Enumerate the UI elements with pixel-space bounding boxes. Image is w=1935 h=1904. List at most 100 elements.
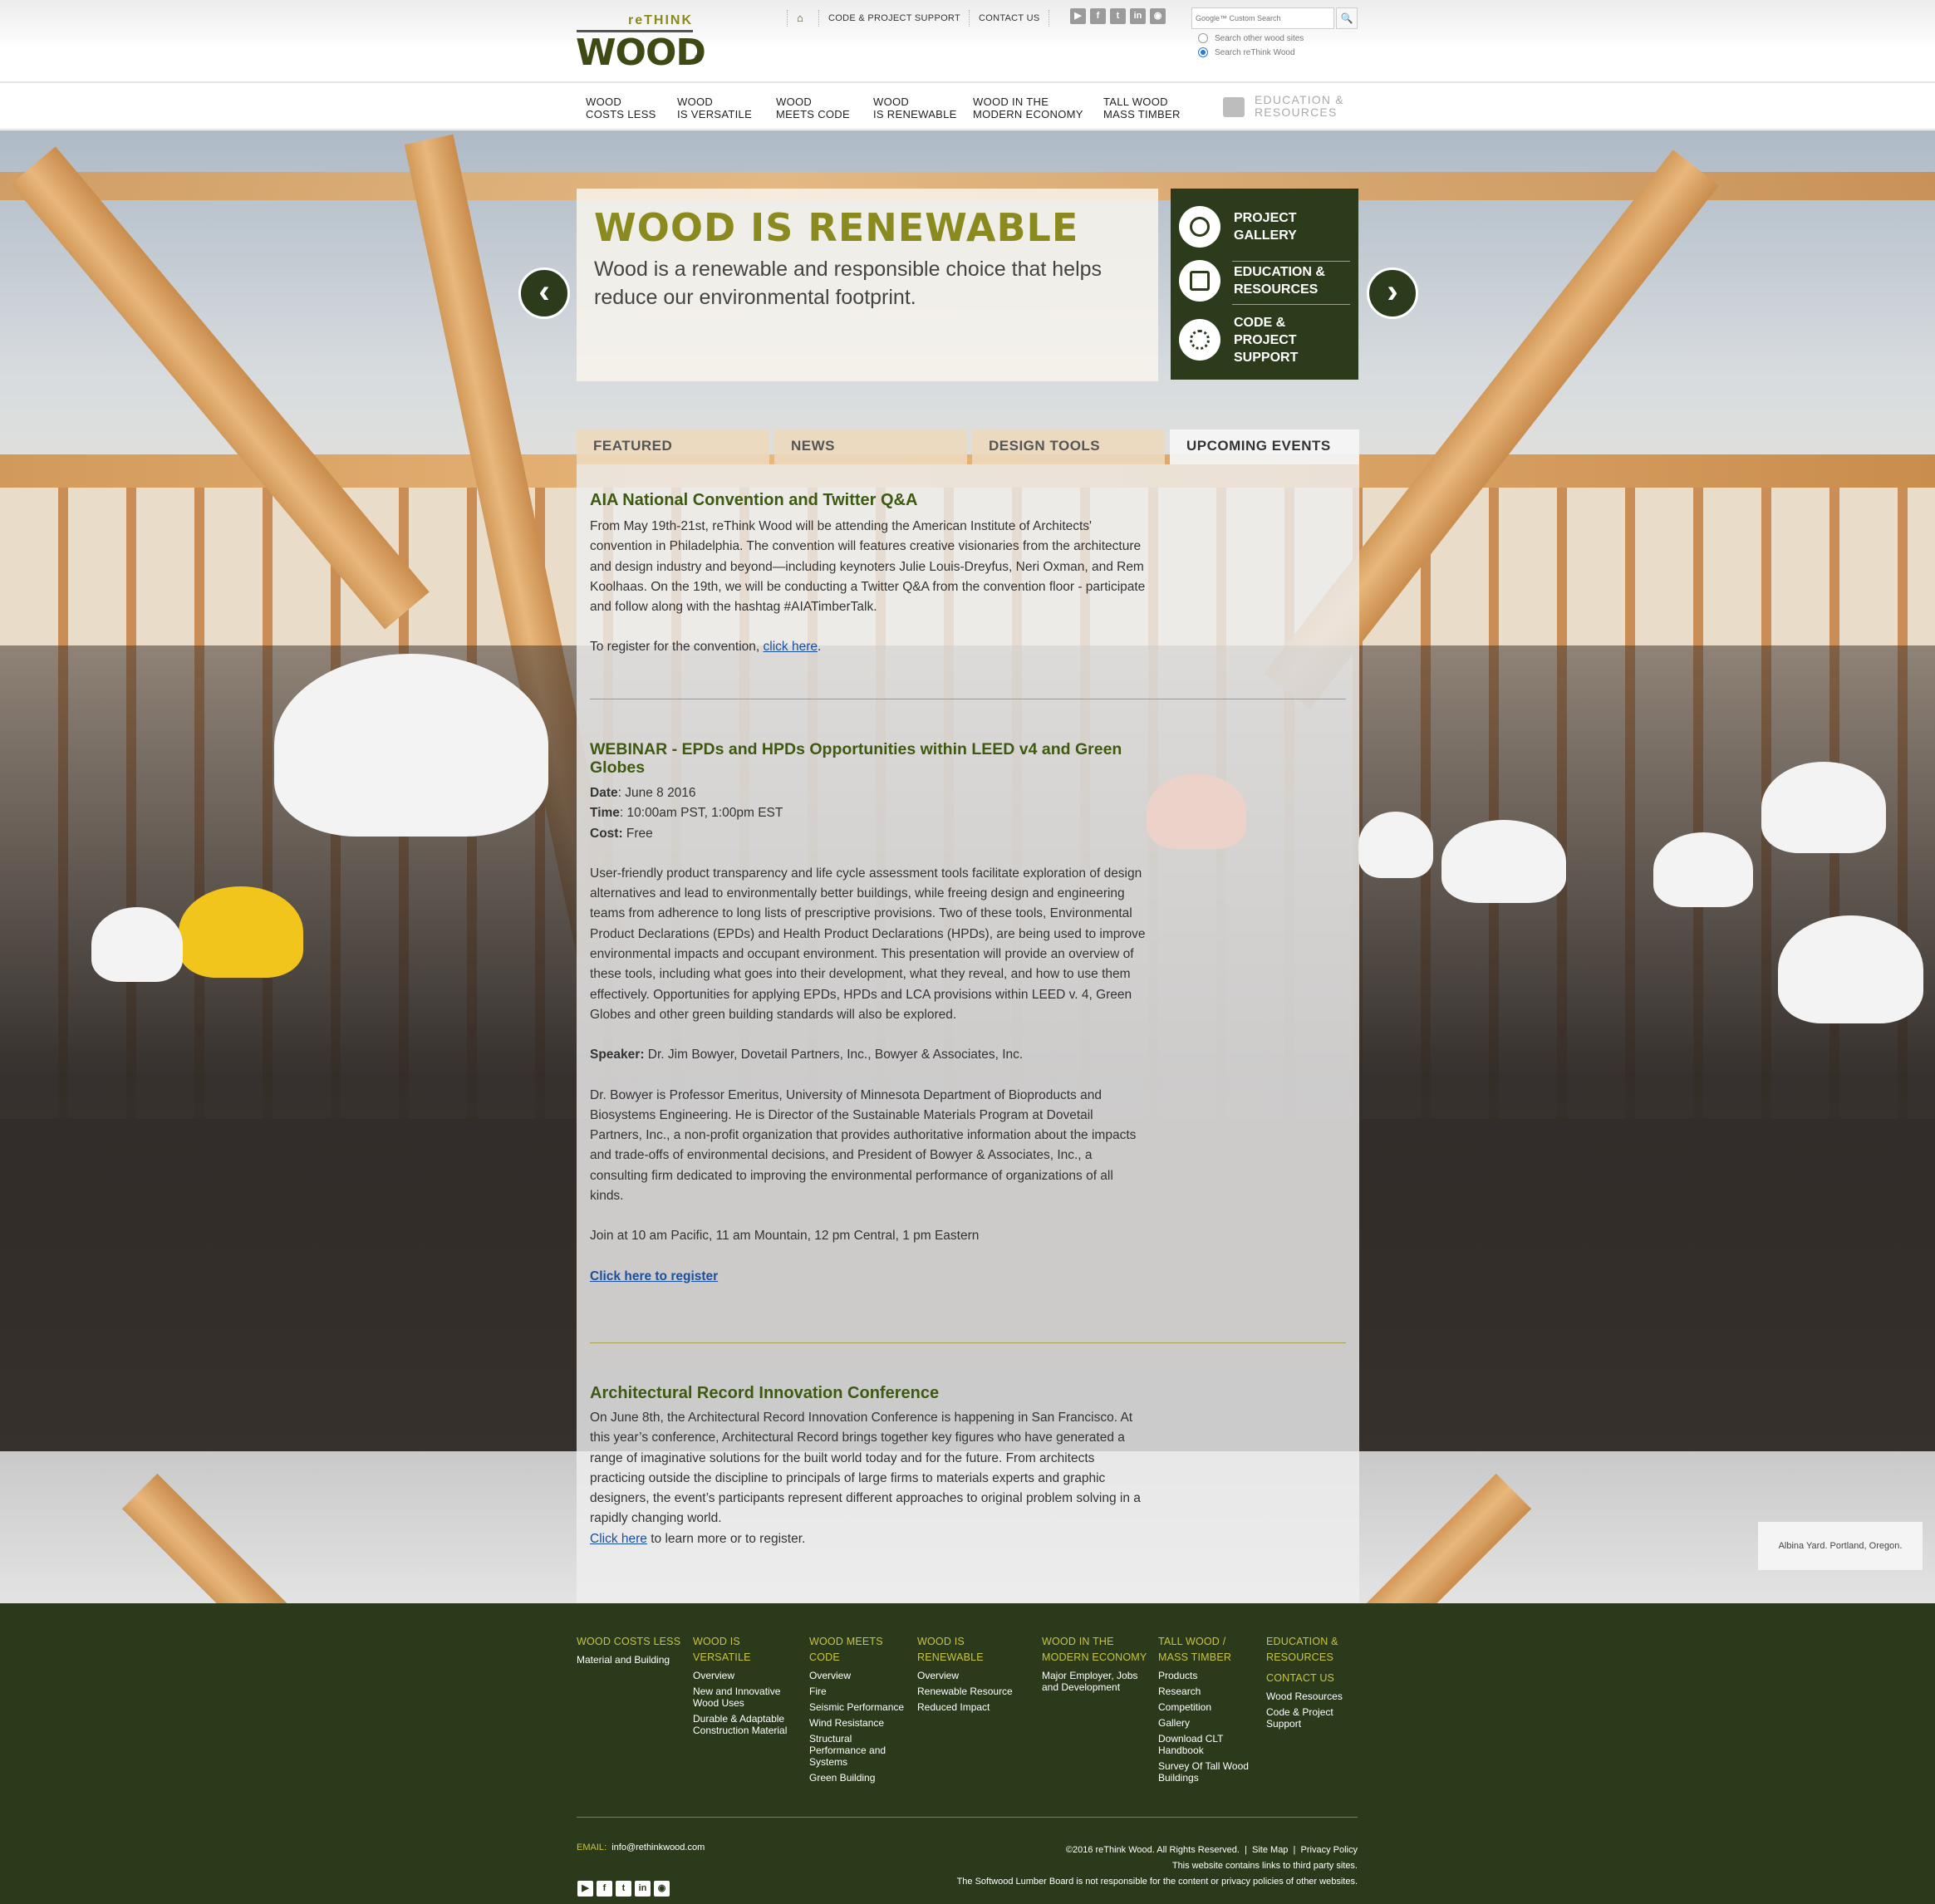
lightbulb-icon	[1179, 206, 1220, 248]
footer-heading[interactable]: EDUCATION & RESOURCES	[1266, 1634, 1358, 1666]
footer-link[interactable]: Structural Performance and Systems	[809, 1733, 909, 1768]
rethink-wood-logo[interactable]: reTHINK WOOD ®	[576, 13, 710, 74]
logo-registered-mark: ®	[695, 52, 703, 64]
quicklink-label: EDUCATION & RESOURCES	[1234, 265, 1325, 297]
code-project-support-link[interactable]: CODE & PROJECT SUPPORT	[828, 13, 960, 23]
facebook-icon[interactable]: f	[597, 1881, 612, 1897]
footer-divider	[577, 1817, 1358, 1818]
footer-link[interactable]: Fire	[809, 1686, 909, 1697]
footer-link[interactable]: Overview	[917, 1670, 1034, 1681]
footer-link[interactable]: Code & Project Support	[1266, 1706, 1358, 1730]
divider	[1048, 10, 1050, 27]
twitter-icon[interactable]: t	[1110, 8, 1126, 24]
tab-featured[interactable]: FEATURED	[577, 429, 769, 464]
quicklink-code-project-support[interactable]: CODE & PROJECT SUPPORT	[1179, 314, 1350, 366]
tab-news[interactable]: NEWS	[774, 429, 967, 464]
footer-link[interactable]: Seismic Performance	[809, 1701, 909, 1713]
main-nav: WOOD COSTS LESS WOOD IS VERSATILE WOOD MEET…	[0, 83, 1935, 213]
footer-link[interactable]: Gallery	[1158, 1717, 1258, 1729]
rss-icon[interactable]: ◉	[1150, 8, 1166, 24]
footer-link[interactable]: Wood Resources	[1266, 1691, 1358, 1702]
quicklink-education-resources[interactable]: EDUCATION & RESOURCES	[1179, 255, 1350, 307]
nav-line: MODERN ECONOMY	[973, 108, 1083, 120]
footer-heading[interactable]: WOOD COSTS LESS	[577, 1634, 685, 1650]
footer-link[interactable]: Products	[1158, 1670, 1258, 1681]
quicklink-label: CODE & PROJECT SUPPORT	[1234, 315, 1299, 365]
radio-selected-icon[interactable]	[1198, 47, 1208, 57]
footer-link[interactable]: Major Employer, Jobs and Development	[1042, 1670, 1150, 1693]
footer-link[interactable]: Overview	[809, 1670, 909, 1681]
email-link[interactable]: info@rethinkwood.com	[611, 1843, 705, 1852]
footer-link[interactable]: Competition	[1158, 1701, 1258, 1713]
divider	[1232, 304, 1350, 305]
sitemap-link[interactable]: Site Map	[1252, 1845, 1288, 1855]
event-title: AIA National Convention and Twitter Q&A	[590, 491, 918, 509]
footer-link[interactable]: Renewable Resource	[917, 1686, 1034, 1697]
footer-link[interactable]: Overview	[693, 1670, 801, 1681]
arch-record-link[interactable]: Click here	[590, 1532, 647, 1546]
search-icon[interactable]: 🔍	[1336, 7, 1358, 29]
footer-heading[interactable]: WOOD MEETS CODE	[809, 1634, 909, 1666]
nav-wood-modern-economy[interactable]: WOOD IN THE MODERN ECONOMY	[973, 96, 1098, 120]
footer-heading[interactable]: WOOD IS RENEWABLE	[917, 1634, 1034, 1666]
content-tabs: FEATURED NEWS DESIGN TOOLS UPCOMING EVEN…	[577, 429, 1359, 464]
event-body: On June 8th, the Architectural Record In…	[590, 1411, 1141, 1526]
tab-upcoming-events[interactable]: UPCOMING EVENTS	[1170, 429, 1359, 464]
privacy-policy-link[interactable]: Privacy Policy	[1301, 1845, 1358, 1855]
nav-education-resources[interactable]: EDUCATION & RESOURCES	[1223, 94, 1387, 119]
footer-col-tall-wood: TALL WOOD / MASS TIMBER Products Researc…	[1158, 1634, 1258, 1784]
search-option-label: Search other wood sites	[1215, 33, 1304, 43]
linkedin-icon[interactable]: in	[1130, 8, 1146, 24]
site-search: 🔍 Search other wood sites Search reThink…	[1191, 7, 1358, 57]
footer-email: EMAIL: info@rethinkwood.com	[577, 1843, 705, 1852]
search-input[interactable]	[1191, 7, 1334, 29]
email-label: EMAIL:	[577, 1843, 607, 1852]
header-social-links: ▶ f t in ◉	[1070, 8, 1166, 24]
divider	[818, 10, 820, 27]
facebook-icon[interactable]: f	[1090, 8, 1106, 24]
footer-link[interactable]: Green Building	[809, 1772, 909, 1784]
rss-icon[interactable]: ◉	[654, 1881, 670, 1897]
twitter-icon[interactable]: t	[616, 1881, 631, 1897]
footer-legal: ©2016 reThink Wood. All Rights Reserved.…	[872, 1843, 1358, 1890]
search-option-other[interactable]: Search other wood sites	[1191, 33, 1358, 43]
nav-wood-is-renewable[interactable]: WOOD IS RENEWABLE	[873, 96, 990, 120]
footer-social-links: ▶ f t in ◉	[577, 1881, 670, 1897]
footer-link[interactable]: Wind Resistance	[809, 1717, 909, 1729]
photo-hardhat	[1778, 915, 1923, 1023]
home-icon[interactable]: ⌂	[797, 12, 810, 24]
nav-tall-wood-mass-timber[interactable]: TALL WOOD MASS TIMBER	[1103, 96, 1220, 120]
footer-link[interactable]: Download CLT Handbook	[1158, 1733, 1258, 1756]
photo-hardhat	[91, 907, 183, 982]
tab-design-tools[interactable]: DESIGN TOOLS	[972, 429, 1165, 464]
footer-link[interactable]: New and Innovative Wood Uses	[693, 1686, 801, 1709]
photo-hardhat	[1441, 820, 1566, 903]
photo-hardhat	[179, 886, 303, 978]
footer-link[interactable]: Material and Building	[577, 1654, 685, 1666]
aia-register-link[interactable]: click here	[764, 640, 818, 654]
youtube-icon[interactable]: ▶	[577, 1881, 593, 1897]
event-title: WEBINAR - EPDs and HPDs Opportunities wi…	[590, 740, 1122, 777]
radio-unselected-icon[interactable]	[1198, 33, 1208, 43]
footer-link[interactable]: Survey Of Tall Wood Buildings	[1158, 1760, 1258, 1784]
youtube-icon[interactable]: ▶	[1070, 8, 1086, 24]
footer-col-versatile: WOOD IS VERSATILE Overview New and Innov…	[693, 1634, 801, 1736]
footer-link[interactable]: Research	[1158, 1686, 1258, 1697]
footer-heading[interactable]: TALL WOOD / MASS TIMBER	[1158, 1634, 1258, 1666]
divider	[590, 1342, 1346, 1343]
webinar-register-link[interactable]: Click here to register	[590, 1269, 718, 1283]
contact-us-link[interactable]: CONTACT US	[979, 13, 1040, 23]
text: To register for the convention,	[590, 640, 764, 655]
footer-link[interactable]: Reduced Impact	[917, 1701, 1034, 1713]
text: .	[817, 640, 822, 655]
footer-heading[interactable]: CONTACT US	[1266, 1671, 1358, 1686]
prev-slide-arrow-icon[interactable]: ‹	[518, 267, 570, 319]
search-option-rethink[interactable]: Search reThink Wood	[1191, 47, 1358, 57]
footer-heading[interactable]: WOOD IN THE MODERN ECONOMY	[1042, 1634, 1150, 1666]
linkedin-icon[interactable]: in	[635, 1881, 651, 1897]
next-slide-arrow-icon[interactable]: ›	[1367, 267, 1418, 319]
footer-heading[interactable]: WOOD IS VERSATILE	[693, 1634, 801, 1666]
footer-link[interactable]: Durable & Adaptable Construction Materia…	[693, 1713, 801, 1736]
quicklink-project-gallery[interactable]: PROJECT GALLERY	[1179, 201, 1350, 253]
hero-banner: WOOD IS RENEWABLE Wood is a renewable an…	[577, 189, 1158, 381]
